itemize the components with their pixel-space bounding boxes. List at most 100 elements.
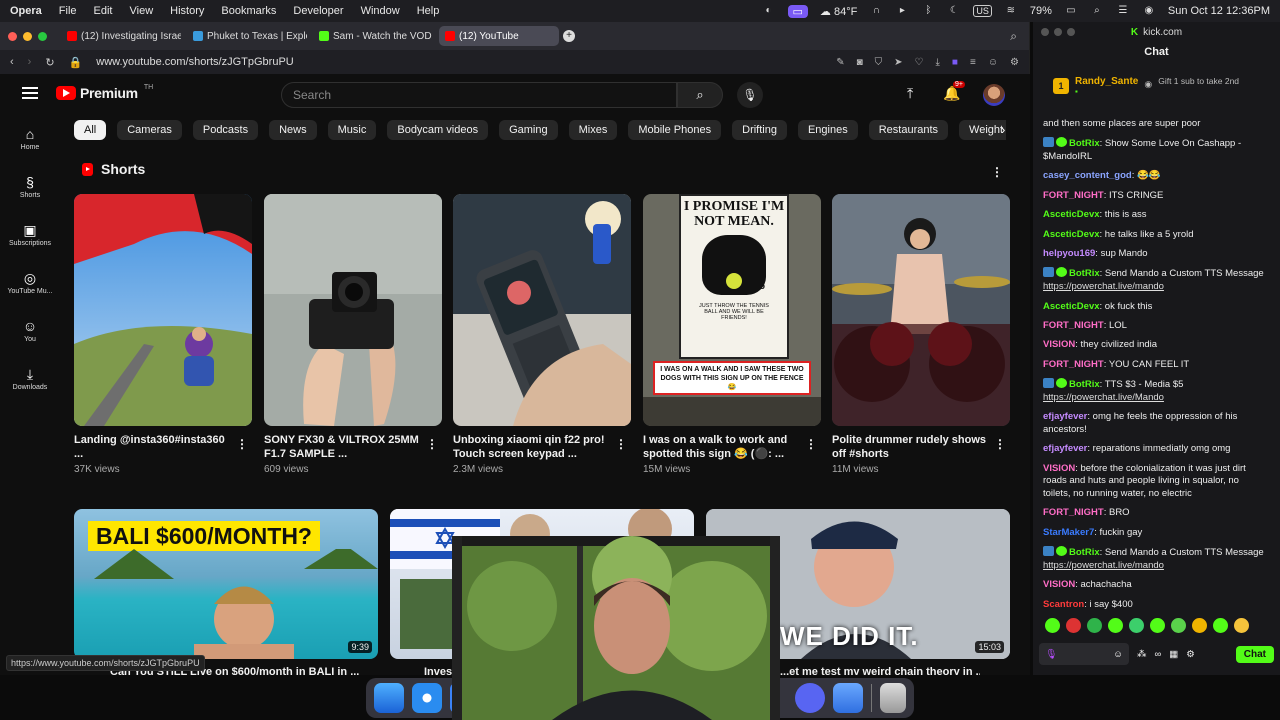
pinned-gift[interactable]: 1 Randy_Sante ▪ ◉ Gift 1 sub to take 2nd	[1053, 76, 1273, 112]
chat-username[interactable]: AsceticDevx	[1043, 229, 1100, 240]
emote-icon[interactable]	[1150, 618, 1165, 633]
emote-icon[interactable]	[1066, 618, 1081, 633]
download-icon[interactable]: ⤓	[936, 57, 940, 68]
emote-icon[interactable]	[1213, 618, 1228, 633]
emote-icon[interactable]	[1045, 618, 1060, 633]
safari-icon[interactable]	[412, 683, 442, 713]
chip-all[interactable]: All	[74, 120, 107, 140]
menubar-item-bookmarks[interactable]: Bookmarks	[221, 5, 276, 17]
short-card[interactable]: I PROMISE I'M NOT MEAN. Mojo JUST THROW …	[643, 194, 821, 475]
chat-username[interactable]: helpyou169	[1043, 248, 1095, 259]
emote-icon[interactable]	[1087, 618, 1102, 633]
chat-username[interactable]: BotRix	[1069, 138, 1100, 149]
menubar-item-window[interactable]: Window	[361, 5, 400, 17]
short-thumbnail[interactable]	[264, 194, 442, 426]
menu-icon[interactable]: ≡	[970, 57, 976, 68]
emote-icon[interactable]	[1234, 618, 1249, 633]
short-title[interactable]: Landing @insta360#insta360 ...	[74, 433, 229, 461]
share-icon[interactable]: ⁂	[1137, 649, 1147, 660]
short-thumbnail[interactable]	[453, 194, 631, 426]
minimize-window-button[interactable]	[23, 31, 32, 41]
video-title[interactable]: Inves...	[424, 666, 454, 675]
new-tab-button[interactable]: +	[563, 30, 575, 42]
chip-restaurants[interactable]: Restaurants	[868, 120, 949, 140]
input-source[interactable]: US	[973, 5, 992, 17]
back-icon[interactable]: ‹	[10, 56, 14, 68]
search-input[interactable]: Search	[281, 82, 677, 108]
menubar-item-file[interactable]: File	[59, 5, 77, 17]
chips-next-icon[interactable]: ›	[1001, 122, 1005, 137]
youtube-premium-logo[interactable]: Premium TH	[56, 84, 153, 101]
emote-icon[interactable]	[1129, 618, 1144, 633]
forward-icon[interactable]: ›	[28, 56, 32, 68]
voice-search-icon[interactable]: 🎙	[737, 82, 763, 108]
battery-icon[interactable]: ▭	[1064, 5, 1078, 17]
spotlight-icon[interactable]: ⌕	[1090, 5, 1104, 17]
emote-icon[interactable]	[1171, 618, 1186, 633]
short-thumbnail[interactable]: I PROMISE I'M NOT MEAN. Mojo JUST THROW …	[643, 194, 821, 426]
video-thumbnail[interactable]: BALI $600/MONTH? 9:39	[74, 509, 378, 659]
chat-minimize-button[interactable]	[1054, 28, 1062, 36]
url-field[interactable]: www.youtube.com/shorts/zJGTpGbruPU	[96, 56, 293, 68]
menubar-item-history[interactable]: History	[170, 5, 204, 17]
shelf-more-icon[interactable]: ⋮	[991, 166, 1003, 178]
emote-icon[interactable]	[1192, 618, 1207, 633]
menubar-app-name[interactable]: Opera	[10, 5, 42, 17]
chat-username[interactable]: BotRix	[1069, 268, 1100, 279]
chat-username[interactable]: StarMaker7	[1043, 527, 1094, 538]
heart-icon[interactable]: ♡	[915, 57, 924, 68]
shield-icon[interactable]: ⛉	[875, 57, 883, 68]
weather-readout[interactable]: ☁ 84°F	[820, 5, 857, 18]
chat-username[interactable]: Scantron	[1043, 599, 1084, 610]
short-card[interactable]: Landing @insta360#insta360 ... 37K views…	[74, 194, 252, 475]
camera-icon[interactable]: ◙	[857, 57, 863, 68]
chat-settings-icon[interactable]: ⚙	[1186, 649, 1195, 660]
short-title[interactable]: SONY FX30 & VILTROX 25MM F1.7 SAMPLE ...	[264, 433, 419, 461]
search-button[interactable]: ⌕	[677, 82, 723, 108]
chat-username[interactable]: efjayfever	[1043, 443, 1087, 454]
glasses-icon[interactable]: ∞	[1155, 649, 1162, 660]
chat-username[interactable]: VISION	[1043, 339, 1075, 350]
chat-username[interactable]: BotRix	[1069, 547, 1100, 558]
profile-icon[interactable]: ☺	[988, 57, 998, 68]
short-thumbnail[interactable]	[74, 194, 252, 426]
short-title[interactable]: Unboxing xiaomi qin f22 pro! Touch scree…	[453, 433, 608, 461]
chip-bodycam-videos[interactable]: Bodycam videos	[387, 120, 489, 140]
wifi-icon[interactable]: ≋	[1004, 5, 1018, 17]
chat-link[interactable]: https://powerchat.live/mando	[1043, 560, 1164, 571]
chat-username[interactable]: VISION	[1043, 579, 1075, 590]
chat-username[interactable]: FORT_NIGHT	[1043, 359, 1104, 370]
chip-drifting[interactable]: Drifting	[732, 120, 787, 140]
chat-username[interactable]: BotRix	[1069, 379, 1100, 390]
sidebar-item-shorts[interactable]: § Shorts	[0, 162, 60, 210]
headphones-icon[interactable]: ∩	[869, 5, 883, 17]
chip-weight[interactable]: Weight	[959, 120, 1006, 140]
opera-settings-icon[interactable]: ⚙	[1010, 57, 1019, 68]
chat-link[interactable]: https://powerchat.live/mando	[1043, 281, 1164, 292]
chat-link[interactable]: https://powerchat.live/Mando	[1043, 392, 1164, 403]
chat-username[interactable]: FORT_NIGHT	[1043, 190, 1104, 201]
moon-icon[interactable]: ☾	[947, 5, 961, 17]
zoom-window-button[interactable]	[38, 31, 47, 41]
menubar-item-help[interactable]: Help	[417, 5, 440, 17]
short-more-icon[interactable]: ⋮	[805, 438, 817, 450]
chip-engines[interactable]: Engines	[797, 120, 858, 140]
short-thumbnail[interactable]	[832, 194, 1010, 426]
finder-icon[interactable]	[374, 683, 404, 713]
close-window-button[interactable]	[8, 31, 17, 41]
sidebar-item-subscriptions[interactable]: ▣ Subscriptions	[0, 210, 60, 258]
opera-icon[interactable]: ◐	[762, 5, 776, 17]
avatar[interactable]	[983, 84, 1005, 106]
chat-username[interactable]: FORT_NIGHT	[1043, 507, 1104, 518]
bluetooth-icon[interactable]: ᛒ	[921, 5, 935, 17]
discord-icon[interactable]	[795, 683, 826, 713]
menubar-item-edit[interactable]: Edit	[94, 5, 113, 17]
short-card[interactable]: Unboxing xiaomi qin f22 pro! Touch scree…	[453, 194, 631, 475]
browser-tab[interactable]: (12) Investigating Israeli	[61, 26, 181, 46]
menubar-item-view[interactable]: View	[130, 5, 154, 17]
sidebar-item-downloads[interactable]: ⤓ Downloads	[0, 354, 60, 402]
create-upload-icon[interactable]: ⤒	[907, 85, 913, 102]
short-more-icon[interactable]: ⋮	[426, 438, 438, 450]
screen-share-icon[interactable]: ▭	[787, 4, 808, 18]
chip-cameras[interactable]: Cameras	[117, 120, 182, 140]
